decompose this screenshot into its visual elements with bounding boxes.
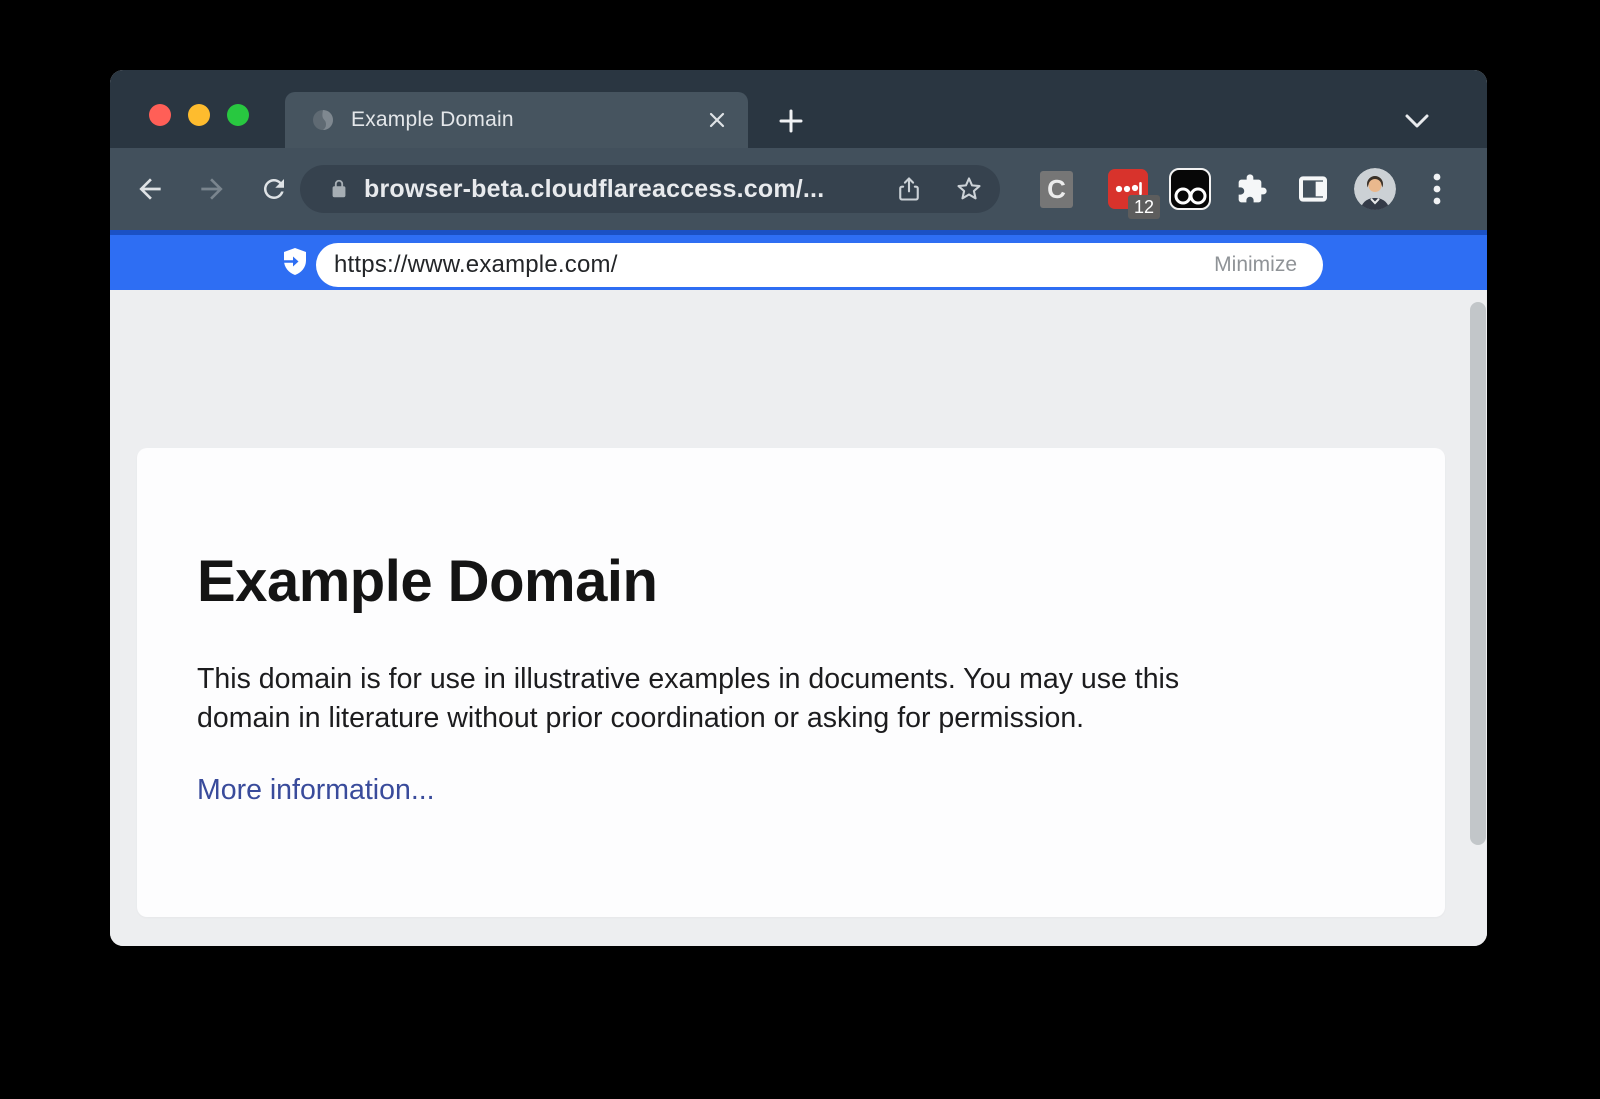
browser-window: Example Domain browser-beta.cloudflareac (110, 70, 1487, 946)
extensions-row: C 12 (1040, 148, 1457, 230)
reload-button[interactable] (252, 167, 296, 211)
page-body-text: This domain is for use in illustrative e… (197, 660, 1179, 738)
tab-strip: Example Domain (110, 70, 1487, 148)
extensions-puzzle-icon[interactable] (1232, 168, 1272, 210)
dark-extension-icon[interactable] (1169, 168, 1211, 210)
lock-icon[interactable] (328, 177, 350, 201)
profile-avatar[interactable] (1354, 168, 1396, 210)
side-panel-icon[interactable] (1293, 168, 1333, 210)
isolation-url-value: https://www.example.com/ (334, 251, 618, 279)
zoom-window-button[interactable] (227, 104, 249, 126)
tab-example-domain[interactable]: Example Domain (285, 92, 748, 148)
bookmark-star-icon[interactable] (954, 174, 984, 204)
minimize-window-button[interactable] (188, 104, 210, 126)
isolation-bar: https://www.example.com/ Minimize (110, 230, 1487, 290)
tab-close-icon[interactable] (706, 109, 728, 131)
extension-badge: 12 (1128, 195, 1160, 219)
address-bar-url: browser-beta.cloudflareaccess.com/... (364, 175, 824, 204)
content-card: Example Domain This domain is for use in… (137, 448, 1445, 917)
c-extension-icon[interactable]: C (1040, 171, 1073, 208)
back-button[interactable] (128, 167, 172, 211)
address-bar[interactable]: browser-beta.cloudflareaccess.com/... (300, 165, 1000, 213)
new-tab-button[interactable] (772, 102, 810, 140)
window-controls (149, 104, 249, 126)
page-content: Example Domain This domain is for use in… (110, 290, 1487, 946)
browser-menu-kebab-icon[interactable] (1417, 168, 1457, 210)
minimize-bar-button[interactable]: Minimize (1214, 253, 1297, 277)
toolbar: browser-beta.cloudflareaccess.com/... C (110, 148, 1487, 230)
close-window-button[interactable] (149, 104, 171, 126)
forward-button[interactable] (190, 167, 234, 211)
page-title: Example Domain (197, 548, 657, 615)
more-information-link[interactable]: More information... (197, 774, 435, 807)
isolation-url-input[interactable]: https://www.example.com/ Minimize (316, 243, 1323, 287)
desktop: { "colors": { "accent-blue": "#2e6ef3", … (0, 0, 1600, 1099)
tab-search-chevron-icon[interactable] (1403, 109, 1431, 133)
tab-title: Example Domain (351, 108, 514, 132)
scrollbar-thumb[interactable] (1470, 302, 1486, 845)
globe-favicon-icon (311, 108, 335, 132)
share-icon[interactable] (894, 174, 924, 204)
isolation-shield-icon (276, 247, 310, 279)
lastpass-extension-icon[interactable]: 12 (1108, 169, 1148, 209)
